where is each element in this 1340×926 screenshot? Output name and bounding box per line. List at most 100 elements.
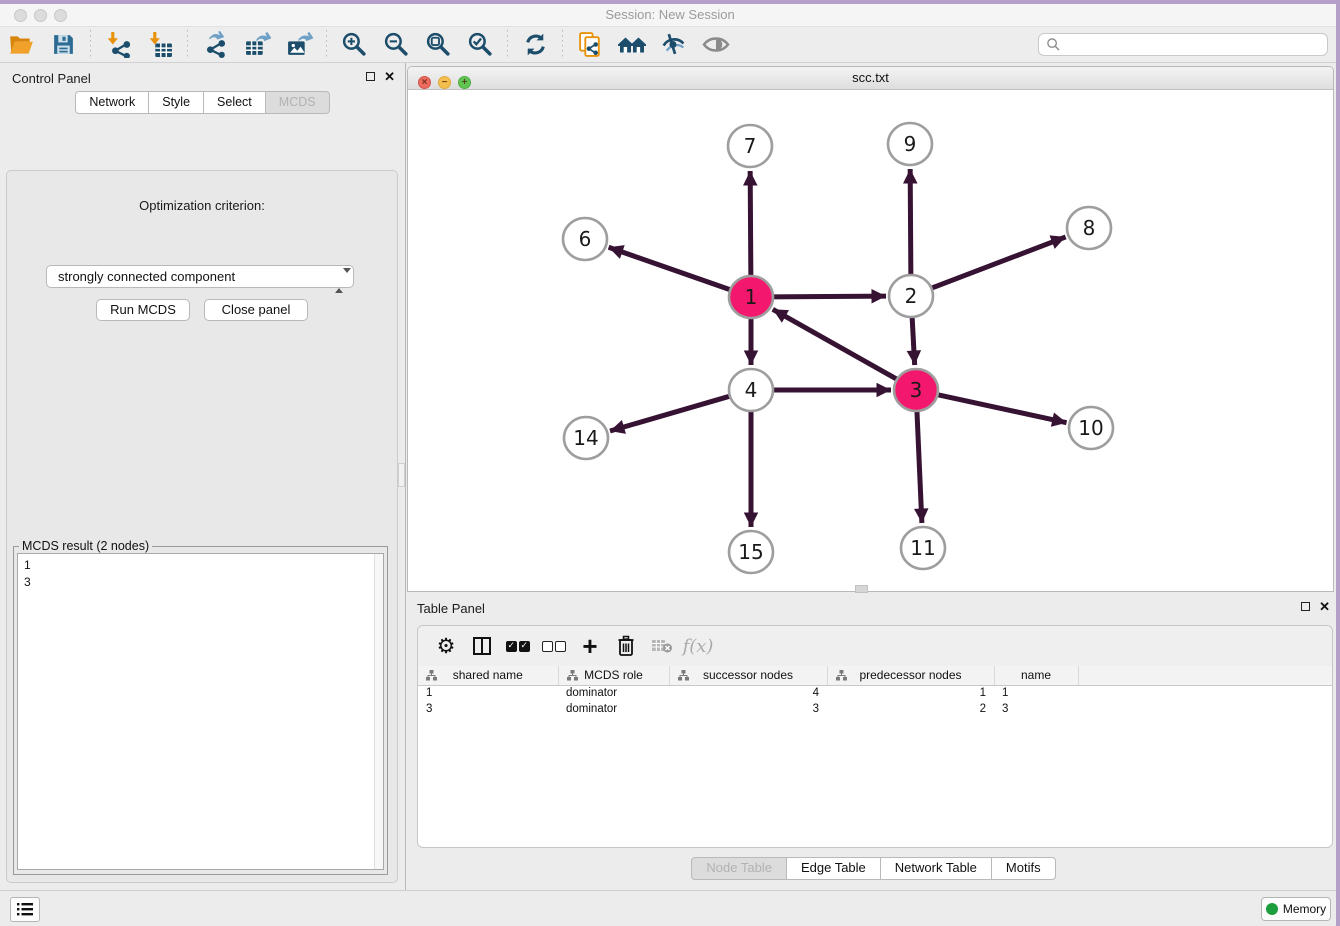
- home-icon[interactable]: [615, 30, 649, 60]
- dropdown-spinner-icon: [335, 270, 346, 284]
- unselect-all-columns-icon[interactable]: [536, 631, 572, 661]
- close-table-panel-icon[interactable]: ✕: [1319, 602, 1330, 611]
- graph-edge-2-9[interactable]: [910, 169, 911, 277]
- zoom-out-icon[interactable]: [379, 30, 413, 60]
- toolbar-separator: [507, 30, 508, 60]
- graph-edge-3-11[interactable]: [917, 409, 922, 523]
- table-settings-gear-icon[interactable]: ⚙: [428, 631, 464, 661]
- close-window-button[interactable]: [14, 9, 27, 22]
- tab-mcds[interactable]: MCDS: [266, 91, 330, 114]
- tab-node-table[interactable]: Node Table: [691, 857, 787, 880]
- table-browser: ⚙ + f(x) shared name MCDS role successor…: [417, 625, 1333, 848]
- column-header-mcds-role[interactable]: MCDS role: [558, 666, 669, 685]
- graph-edge-2-3[interactable]: [912, 315, 915, 365]
- select-all-columns-icon[interactable]: [500, 631, 536, 661]
- network-canvas[interactable]: 7968124314101511: [408, 90, 1333, 591]
- tab-edge-table[interactable]: Edge Table: [787, 857, 881, 880]
- table-header-row: shared name MCDS role successor nodes pr…: [418, 666, 1332, 685]
- zoom-selected-icon[interactable]: [463, 30, 497, 60]
- horizontal-splitter-handle[interactable]: [855, 585, 868, 593]
- table-row[interactable]: 3 dominator 3 2 3: [418, 701, 1332, 717]
- graph-node-label-15: 15: [738, 540, 763, 564]
- control-panel-title: Control Panel: [0, 63, 405, 86]
- network-close-button[interactable]: ×: [418, 76, 431, 89]
- search-icon: [1046, 37, 1061, 52]
- float-table-panel-icon[interactable]: [1301, 602, 1310, 611]
- task-list-icon: [16, 902, 34, 917]
- graph-node-label-10: 10: [1078, 416, 1103, 440]
- mcds-result-title: MCDS result (2 nodes): [19, 539, 152, 553]
- run-mcds-button[interactable]: Run MCDS: [96, 299, 190, 321]
- hide-graphics-details-icon[interactable]: [657, 30, 691, 60]
- refresh-icon[interactable]: [518, 30, 552, 60]
- dropdown-value: strongly connected component: [58, 269, 235, 284]
- network-window-titlebar[interactable]: ×−+ scc.txt: [408, 67, 1333, 90]
- network-minimize-button[interactable]: −: [438, 76, 451, 89]
- tab-select[interactable]: Select: [204, 91, 266, 114]
- window-title: Session: New Session: [0, 4, 1340, 26]
- search-input[interactable]: [1038, 33, 1328, 56]
- node-table: shared name MCDS role successor nodes pr…: [418, 666, 1332, 717]
- graph-edge-4-14[interactable]: [610, 395, 733, 431]
- graph-node-label-8: 8: [1083, 216, 1096, 240]
- mcds-result-area[interactable]: 1 3: [17, 553, 384, 870]
- result-scrollbar[interactable]: [374, 554, 383, 869]
- graph-edge-2-8[interactable]: [929, 237, 1066, 289]
- optimization-criterion-dropdown[interactable]: strongly connected component: [46, 265, 354, 288]
- graph-node-label-14: 14: [573, 426, 598, 450]
- mcds-result-text: 1 3: [18, 554, 383, 594]
- panel-divider: [405, 63, 406, 890]
- show-task-history-button[interactable]: [10, 897, 40, 922]
- control-panel: Control Panel ✕ Network Style Select MCD…: [0, 63, 405, 890]
- export-network-icon[interactable]: [198, 30, 232, 60]
- close-panel-button[interactable]: Close panel: [204, 299, 308, 321]
- open-session-icon[interactable]: [4, 30, 38, 60]
- column-header-name[interactable]: name: [994, 666, 1078, 685]
- table-toolbar: ⚙ + f(x): [418, 626, 1332, 666]
- graph-node-label-11: 11: [910, 536, 935, 560]
- table-row[interactable]: 1 dominator 4 1 1: [418, 685, 1332, 701]
- tab-network[interactable]: Network: [75, 91, 149, 114]
- import-network-icon[interactable]: [101, 30, 135, 60]
- column-header-successor-nodes[interactable]: successor nodes: [669, 666, 827, 685]
- export-table-icon[interactable]: [240, 30, 274, 60]
- zoom-fit-icon[interactable]: [421, 30, 455, 60]
- window-frame-right: [1336, 0, 1340, 926]
- export-image-icon[interactable]: [282, 30, 316, 60]
- memory-label: Memory: [1283, 902, 1326, 916]
- toolbar-separator: [562, 30, 563, 60]
- graph-edge-1-7[interactable]: [750, 171, 751, 278]
- import-table-icon[interactable]: [143, 30, 177, 60]
- network-zoom-button[interactable]: +: [458, 76, 471, 89]
- graph-node-label-1: 1: [745, 285, 758, 309]
- graph-edge-3-10[interactable]: [935, 394, 1067, 423]
- column-header-predecessor-nodes[interactable]: predecessor nodes: [827, 666, 994, 685]
- minimize-window-button[interactable]: [34, 9, 47, 22]
- network-view-window: ×−+ scc.txt 7968124314101511: [407, 66, 1334, 592]
- control-panel-tabs: Network Style Select MCDS: [0, 91, 405, 114]
- toolbar-separator: [90, 30, 91, 60]
- zoom-in-icon[interactable]: [337, 30, 371, 60]
- birdseye-view-icon[interactable]: [699, 30, 733, 60]
- function-builder-icon: f(x): [680, 631, 716, 661]
- vertical-splitter-handle[interactable]: [398, 463, 405, 487]
- duplicate-network-icon[interactable]: [573, 30, 607, 60]
- float-panel-icon[interactable]: [366, 72, 375, 81]
- save-session-icon[interactable]: [46, 30, 80, 60]
- tab-style[interactable]: Style: [149, 91, 204, 114]
- main-toolbar: [0, 27, 1340, 63]
- show-columns-icon[interactable]: [464, 631, 500, 661]
- tab-motifs[interactable]: Motifs: [992, 857, 1056, 880]
- create-column-icon[interactable]: +: [572, 631, 608, 661]
- graph-edge-1-6[interactable]: [609, 247, 733, 290]
- zoom-window-button[interactable]: [54, 9, 67, 22]
- delete-column-icon[interactable]: [608, 631, 644, 661]
- column-header-shared-name[interactable]: shared name: [418, 666, 558, 685]
- memory-button[interactable]: Memory: [1261, 897, 1331, 921]
- tab-network-table[interactable]: Network Table: [881, 857, 992, 880]
- graph-edge-1-2[interactable]: [770, 296, 886, 297]
- graph-edge-3-1[interactable]: [773, 309, 900, 380]
- delete-table-icon: [644, 631, 680, 661]
- toolbar-separator: [187, 30, 188, 60]
- close-panel-icon[interactable]: ✕: [384, 72, 395, 81]
